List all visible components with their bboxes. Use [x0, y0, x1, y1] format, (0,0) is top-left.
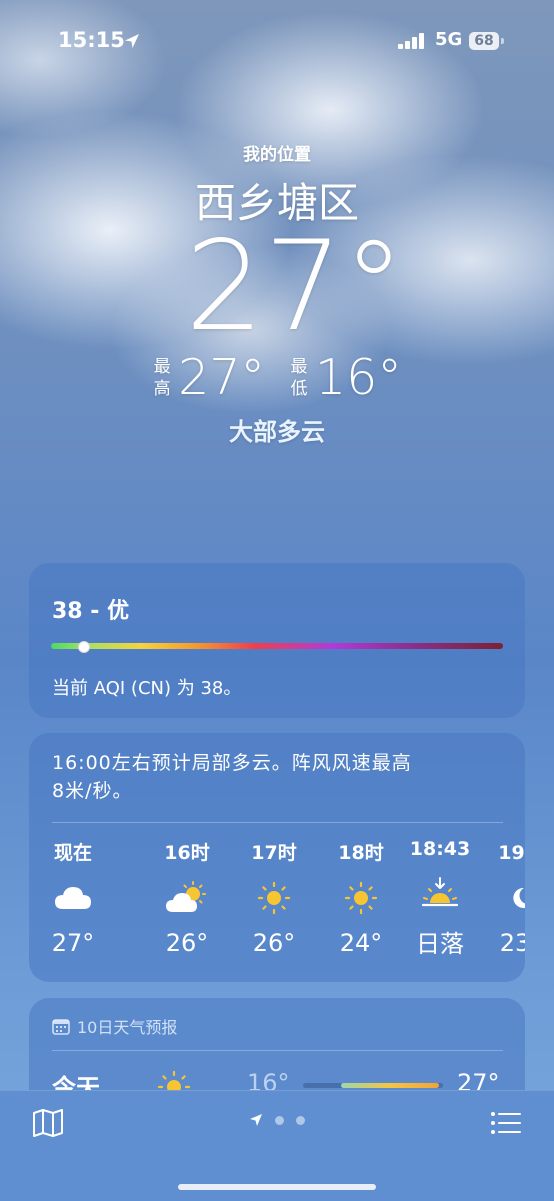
hour-label: 现在 — [53, 842, 92, 864]
hour-label: 18时 — [338, 842, 384, 864]
battery-icon: 68 — [469, 32, 499, 50]
hourly-scroll[interactable]: 现在 27° 16时 26° 17时 26° 18时 24° 18:43 日落 … — [29, 838, 525, 978]
forecast-summary: 16:00左右预计局部多云。阵风风速最高 8米/秒。 — [52, 749, 492, 805]
location-arrow-icon — [250, 1114, 262, 1126]
hour-temp: 日落 — [416, 930, 464, 958]
network-type: 5G — [435, 29, 463, 50]
daily-title: 10日天气预报 — [77, 1018, 178, 1037]
aqi-gradient-bar — [51, 641, 503, 653]
home-indicator — [178, 1184, 376, 1190]
current-temperature: 27° — [185, 215, 405, 359]
low-label: 最低 — [290, 356, 308, 399]
calendar-icon — [52, 1018, 70, 1035]
location-arrow-icon — [125, 34, 139, 48]
battery-tip — [501, 38, 504, 44]
hour-item: 17时 26° — [244, 838, 304, 957]
hour-item: 现在 27° — [43, 838, 103, 957]
signal-icon — [398, 33, 424, 49]
status-time: 15:15 — [58, 28, 125, 52]
aqi-indicator — [77, 641, 90, 653]
condition-text: 大部多云 — [229, 418, 325, 446]
temp-range-fill — [341, 1083, 439, 1088]
high-label: 最高 — [153, 356, 171, 399]
sun-icon — [257, 881, 291, 915]
sunset-icon — [421, 877, 459, 907]
status-bar: 15:15 5G 68 — [0, 28, 554, 58]
hour-item: 19时 23° — [491, 838, 525, 957]
hour-label: 16时 — [164, 842, 210, 864]
aqi-value: 38 - 优 — [52, 599, 130, 624]
hour-item: 16时 26° — [157, 838, 217, 957]
aqi-card[interactable]: 38 - 优 当前 AQI (CN) 为 38。 — [29, 563, 525, 718]
hour-temp: 26° — [165, 929, 209, 957]
aqi-description: 当前 AQI (CN) 为 38。 — [52, 678, 242, 699]
hour-item: 18:43 日落 — [395, 838, 485, 959]
page-dot — [275, 1115, 284, 1125]
divider — [52, 1050, 503, 1051]
page-dot — [296, 1115, 305, 1125]
partly-cloudy-icon — [166, 881, 206, 912]
moon-icon — [513, 887, 525, 908]
summary-line-1: 16:00左右预计局部多云。阵风风速最高 — [52, 752, 412, 774]
hour-label: 19时 — [498, 842, 525, 864]
hour-label: 18:43 — [409, 838, 471, 860]
cloud-icon — [55, 887, 91, 909]
weather-header: 我的位置 西乡塘区 27° 最高 27° 最低 16° 大部多云 — [0, 140, 554, 447]
divider — [52, 822, 503, 823]
hour-temp: 23° — [499, 929, 525, 957]
bottom-toolbar — [0, 1090, 554, 1201]
page-indicator[interactable] — [0, 1113, 554, 1127]
hour-temp: 26° — [252, 929, 296, 957]
temp-range-bar — [303, 1083, 443, 1088]
hourly-forecast-card[interactable]: 16:00左右预计局部多云。阵风风速最高 8米/秒。 现在 27° 16时 26… — [29, 733, 525, 982]
summary-line-2: 8米/秒。 — [52, 780, 133, 802]
daily-header: 10日天气预报 — [52, 1014, 177, 1038]
hour-label: 17时 — [251, 842, 297, 864]
hour-temp: 24° — [339, 929, 383, 957]
sun-icon — [344, 881, 378, 915]
hour-item: 18时 24° — [331, 838, 391, 957]
list-icon[interactable] — [490, 1111, 522, 1135]
my-location-label: 我的位置 — [243, 145, 311, 165]
hour-temp: 27° — [51, 929, 95, 957]
